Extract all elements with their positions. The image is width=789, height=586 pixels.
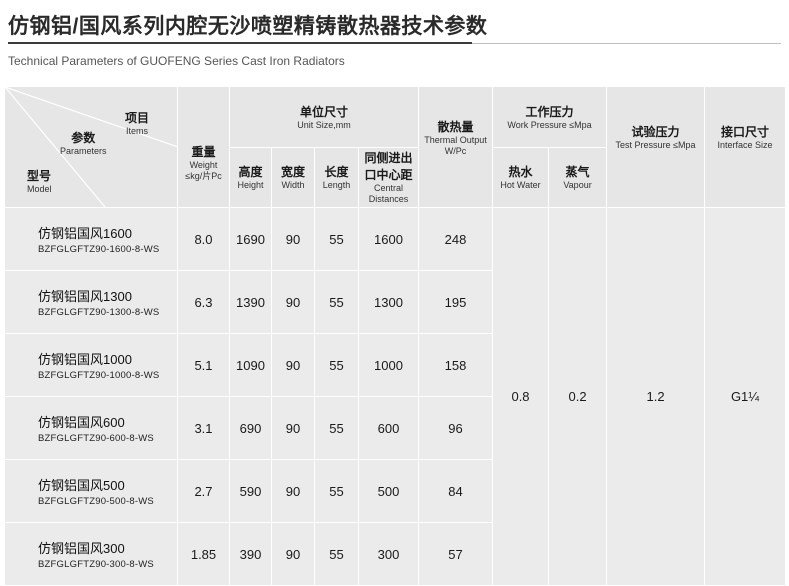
model-cell: 仿钢铝国风300 BZFGLGFTZ90-300-8-WS bbox=[4, 522, 178, 586]
width-cell: 90 bbox=[271, 396, 315, 460]
header-weight: 重量 Weight ≤kg/片Pc bbox=[177, 86, 230, 208]
central-distance-cell: 1000 bbox=[357, 333, 420, 397]
width-cell: 90 bbox=[271, 207, 315, 271]
model-cell: 仿钢铝国风1000 BZFGLGFTZ90-1000-8-WS bbox=[4, 333, 178, 397]
weight-cell: 8.0 bbox=[177, 207, 230, 271]
model-cell: 仿钢铝国风500 BZFGLGFTZ90-500-8-WS bbox=[4, 459, 178, 523]
height-cell: 1690 bbox=[229, 207, 272, 271]
weight-cell: 2.7 bbox=[177, 459, 230, 523]
test-pressure-cell: 1.2 bbox=[606, 207, 706, 586]
width-cell: 90 bbox=[271, 459, 315, 523]
central-distance-cell: 600 bbox=[357, 396, 420, 460]
header-hot-water: 热水 Hot Water bbox=[492, 146, 550, 208]
page-title: 仿钢铝/国风系列内腔无沙喷塑精铸散热器技术参数 bbox=[8, 15, 488, 38]
length-cell: 55 bbox=[314, 333, 359, 397]
height-cell: 590 bbox=[229, 459, 272, 523]
weight-cell: 5.1 bbox=[177, 333, 230, 397]
length-cell: 55 bbox=[314, 459, 359, 523]
model-cell: 仿钢铝国风1600 BZFGLGFTZ90-1600-8-WS bbox=[4, 207, 178, 271]
weight-cell: 1.85 bbox=[177, 522, 230, 586]
model-cell: 仿钢铝国风600 BZFGLGFTZ90-600-8-WS bbox=[4, 396, 178, 460]
header-length: 长度 Length bbox=[314, 146, 359, 208]
width-cell: 90 bbox=[271, 333, 315, 397]
central-distance-cell: 500 bbox=[357, 459, 420, 523]
thermal-output-cell: 195 bbox=[418, 270, 494, 334]
length-cell: 55 bbox=[314, 270, 359, 334]
title-underline bbox=[8, 42, 472, 44]
header-corner: 项目 Items 参数 Parameters 型号 Model bbox=[4, 86, 178, 208]
table-row: 仿钢铝国风1600 BZFGLGFTZ90-1600-8-WS 8.0 1690… bbox=[4, 207, 787, 586]
corner-model-label: 型号 Model bbox=[27, 169, 52, 194]
title-divider bbox=[472, 43, 781, 44]
header-test-pressure: 试验压力 Test Pressure ≤Mpa bbox=[606, 86, 706, 208]
corner-params-label: 参数 Parameters bbox=[60, 131, 107, 156]
thermal-output-cell: 248 bbox=[418, 207, 494, 271]
interface-size-cell: G1¼ bbox=[704, 207, 787, 586]
thermal-output-cell: 57 bbox=[418, 522, 494, 586]
height-cell: 390 bbox=[229, 522, 272, 586]
spec-table: 项目 Items 参数 Parameters 型号 Model 重量 Weigh… bbox=[4, 86, 787, 586]
thermal-output-cell: 84 bbox=[418, 459, 494, 523]
vapour-pressure-cell: 0.2 bbox=[548, 207, 608, 586]
weight-cell: 6.3 bbox=[177, 270, 230, 334]
header-central-distances: 同侧进出 口中心距 Central Distances bbox=[357, 146, 420, 208]
height-cell: 1090 bbox=[229, 333, 272, 397]
height-cell: 1390 bbox=[229, 270, 272, 334]
model-cell: 仿钢铝国风1300 BZFGLGFTZ90-1300-8-WS bbox=[4, 270, 178, 334]
central-distance-cell: 1600 bbox=[357, 207, 420, 271]
header-height: 高度 Height bbox=[229, 146, 272, 208]
central-distance-cell: 1300 bbox=[357, 270, 420, 334]
header-thermal-output: 散热量 Thermal Output W/Pc bbox=[418, 86, 494, 208]
corner-items-label: 项目 Items bbox=[125, 111, 150, 136]
height-cell: 690 bbox=[229, 396, 272, 460]
width-cell: 90 bbox=[271, 270, 315, 334]
central-distance-cell: 300 bbox=[357, 522, 420, 586]
width-cell: 90 bbox=[271, 522, 315, 586]
thermal-output-cell: 96 bbox=[418, 396, 494, 460]
weight-cell: 3.1 bbox=[177, 396, 230, 460]
page-subtitle: Technical Parameters of GUOFENG Series C… bbox=[8, 54, 345, 68]
header-interface-size: 接口尺寸 Interface Size bbox=[704, 86, 787, 208]
header-vapour: 蒸气 Vapour bbox=[548, 146, 608, 208]
header-unit-size: 单位尺寸 Unit Size,mm bbox=[228, 86, 420, 148]
header-width: 宽度 Width bbox=[271, 146, 315, 208]
length-cell: 55 bbox=[314, 207, 359, 271]
length-cell: 55 bbox=[314, 522, 359, 586]
header-work-pressure: 工作压力 Work Pressure ≤Mpa bbox=[492, 86, 608, 148]
hot-water-pressure-cell: 0.8 bbox=[492, 207, 550, 586]
length-cell: 55 bbox=[314, 396, 359, 460]
thermal-output-cell: 158 bbox=[418, 333, 494, 397]
